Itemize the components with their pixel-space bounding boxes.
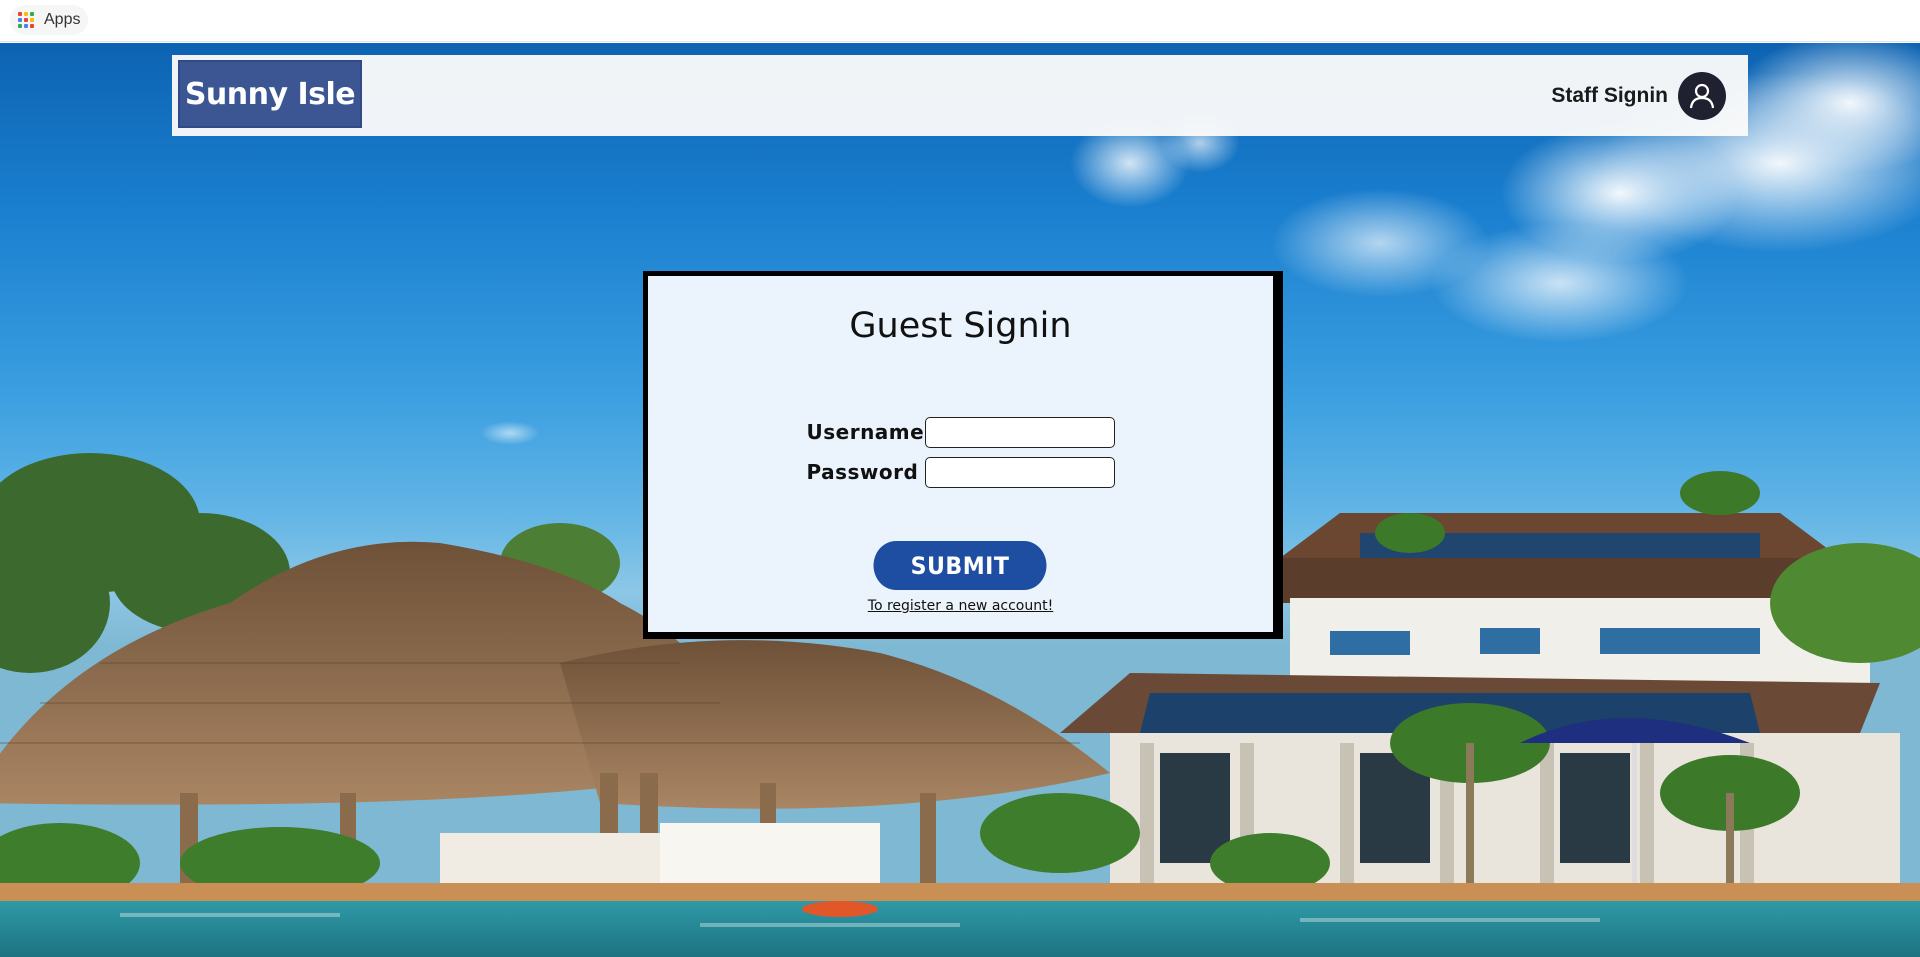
site-header: Sunny Isle Staff Signin bbox=[172, 55, 1748, 136]
guest-signin-panel: Guest Signin Username Password SUBMIT To… bbox=[648, 276, 1273, 632]
username-label: Username bbox=[806, 420, 925, 444]
username-input[interactable] bbox=[924, 416, 1115, 448]
brand-logo[interactable]: Sunny Isle bbox=[178, 60, 362, 128]
submit-button[interactable]: SUBMIT bbox=[873, 541, 1047, 590]
apps-label: Apps bbox=[44, 11, 81, 28]
brand-name: Sunny Isle bbox=[184, 76, 356, 112]
register-link[interactable]: To register a new account! bbox=[648, 598, 1273, 614]
password-input[interactable] bbox=[924, 456, 1115, 488]
guest-signin-card: Guest Signin Username Password SUBMIT To… bbox=[643, 271, 1283, 639]
password-label: Password bbox=[806, 460, 919, 484]
apps-bookmark[interactable]: Apps bbox=[10, 5, 89, 35]
username-row: Username bbox=[648, 416, 1273, 448]
apps-grid-icon bbox=[18, 12, 34, 28]
user-avatar-icon bbox=[1678, 72, 1726, 120]
staff-signin-label: Staff Signin bbox=[1551, 84, 1668, 107]
password-row: Password bbox=[648, 456, 1273, 488]
signin-title: Guest Signin bbox=[849, 306, 1072, 346]
bookmarks-bar: Apps bbox=[0, 0, 1920, 42]
staff-signin-button[interactable]: Staff Signin bbox=[1551, 69, 1726, 123]
